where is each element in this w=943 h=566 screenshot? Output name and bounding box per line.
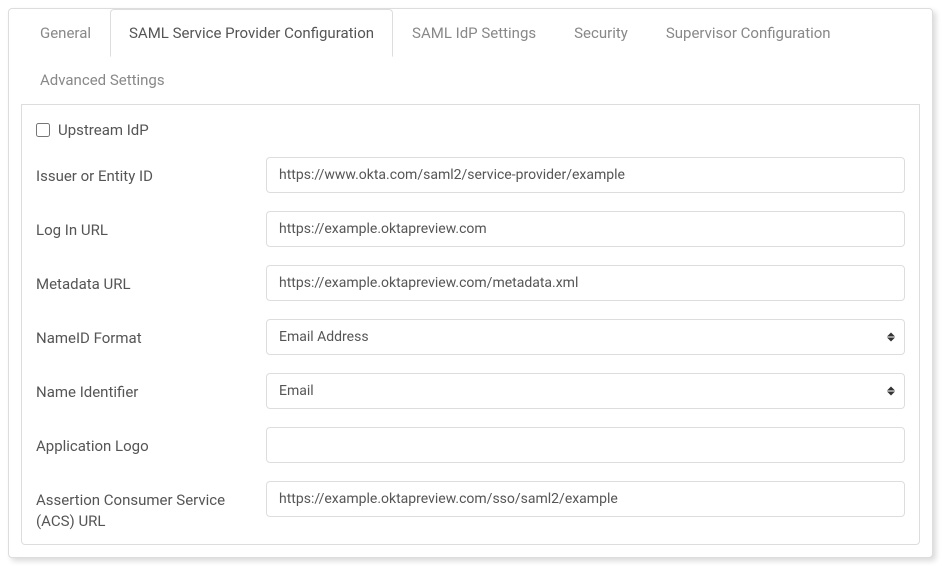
login-url-label: Log In URL	[36, 211, 266, 241]
nameid-format-label: NameID Format	[36, 319, 266, 349]
nameid-format-row: NameID Format Email Address	[36, 319, 905, 355]
tab-general[interactable]: General	[21, 9, 110, 57]
upstream-idp-label[interactable]: Upstream IdP	[58, 121, 149, 139]
metadata-url-label: Metadata URL	[36, 265, 266, 295]
name-identifier-row: Name Identifier Email	[36, 373, 905, 409]
acs-url-label: Assertion Consumer Service (ACS) URL	[36, 481, 266, 532]
name-identifier-control: Email	[266, 373, 905, 409]
settings-panel: General SAML Service Provider Configurat…	[8, 8, 933, 558]
nameid-format-control: Email Address	[266, 319, 905, 355]
tab-saml-sp-config[interactable]: SAML Service Provider Configuration	[110, 9, 393, 57]
acs-url-control	[266, 481, 905, 517]
app-logo-input[interactable]	[266, 427, 905, 463]
login-url-input[interactable]	[266, 211, 905, 247]
name-identifier-select[interactable]: Email	[266, 373, 905, 409]
upstream-idp-checkbox[interactable]	[36, 123, 50, 137]
metadata-url-input[interactable]	[266, 265, 905, 301]
issuer-row: Issuer or Entity ID	[36, 157, 905, 193]
app-logo-label: Application Logo	[36, 427, 266, 457]
login-url-control	[266, 211, 905, 247]
tab-content: Upstream IdP Issuer or Entity ID Log In …	[21, 104, 920, 545]
app-logo-row: Application Logo	[36, 427, 905, 463]
issuer-label: Issuer or Entity ID	[36, 157, 266, 187]
acs-url-row: Assertion Consumer Service (ACS) URL	[36, 481, 905, 532]
nameid-format-select[interactable]: Email Address	[266, 319, 905, 355]
issuer-input[interactable]	[266, 157, 905, 193]
tab-security[interactable]: Security	[555, 9, 647, 57]
tab-saml-idp-settings[interactable]: SAML IdP Settings	[393, 9, 555, 57]
tabs-container: General SAML Service Provider Configurat…	[9, 9, 932, 104]
tab-supervisor-config[interactable]: Supervisor Configuration	[647, 9, 850, 57]
issuer-control	[266, 157, 905, 193]
name-identifier-label: Name Identifier	[36, 373, 266, 403]
upstream-idp-row: Upstream IdP	[36, 121, 905, 139]
tab-advanced-settings[interactable]: Advanced Settings	[21, 56, 184, 104]
login-url-row: Log In URL	[36, 211, 905, 247]
metadata-url-row: Metadata URL	[36, 265, 905, 301]
app-logo-control	[266, 427, 905, 463]
metadata-url-control	[266, 265, 905, 301]
acs-url-input[interactable]	[266, 481, 905, 517]
